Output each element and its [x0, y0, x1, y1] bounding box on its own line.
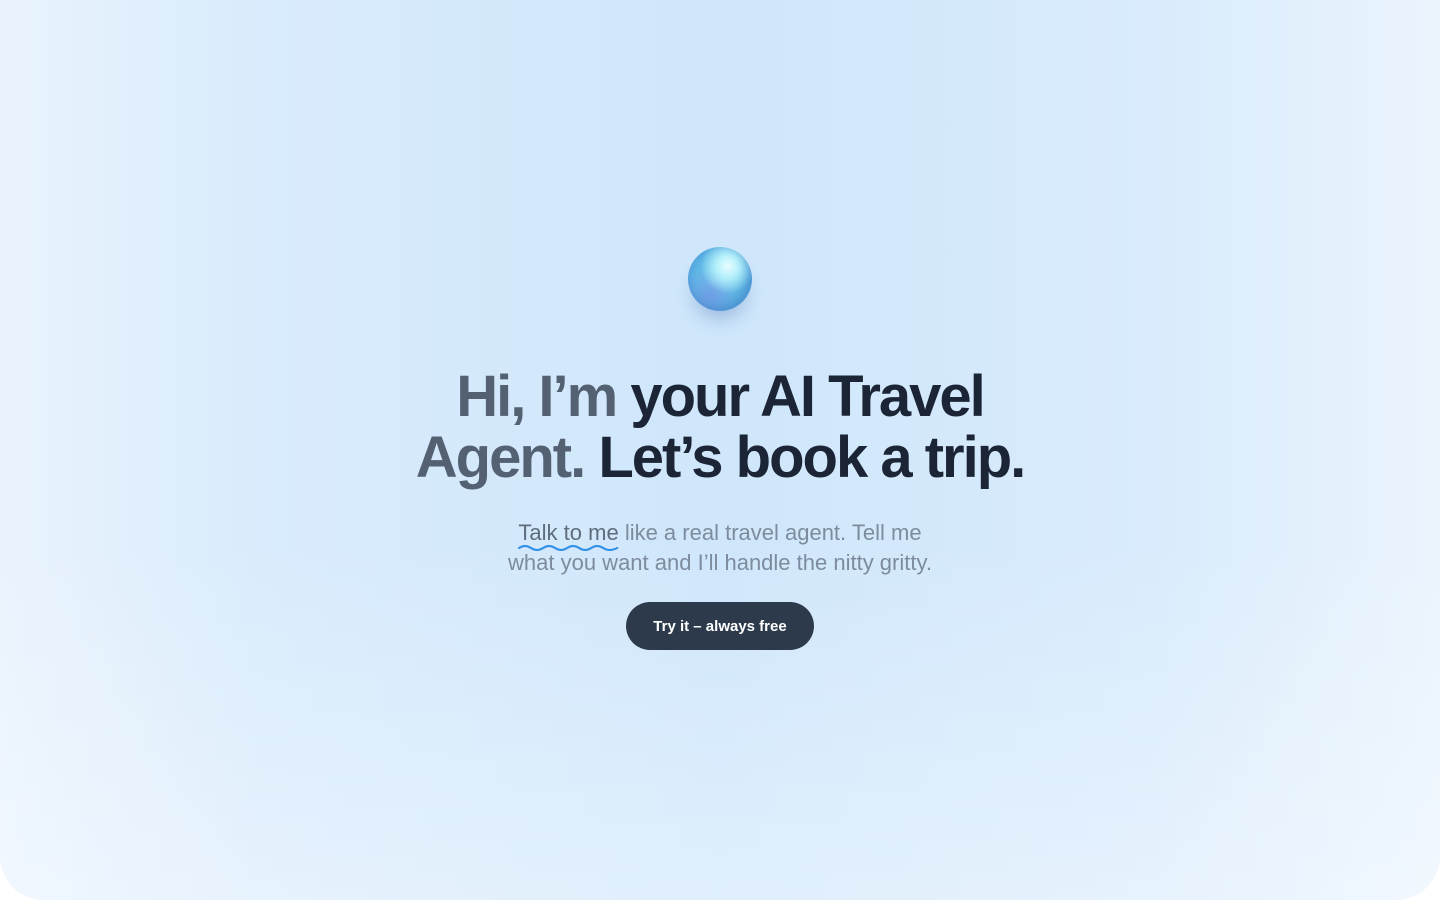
headline-muted-2: Agent. [415, 425, 586, 490]
talk-to-me-link[interactable]: Talk to me [518, 518, 619, 551]
hero-subtitle: Talk to me like a real travel agent. Tel… [508, 518, 932, 578]
headline-muted-1: Hi, I’m [456, 364, 618, 429]
talk-to-me-label: Talk to me [518, 520, 619, 545]
hero-section: Hi, I’m your AI Travel Agent. Let’s book… [0, 247, 1440, 650]
subtitle-text-1: like a real travel agent. Tell me [624, 520, 922, 545]
globe-orb-icon [688, 247, 752, 311]
subtitle-text-2: what you want and I’ll handle the nitty … [508, 550, 932, 575]
squiggle-underline-icon [518, 545, 619, 551]
headline-strong-2: Let’s book a trip. [598, 425, 1026, 490]
try-it-free-button[interactable]: Try it – always free [626, 602, 814, 650]
headline-strong-1: your AI Travel [630, 364, 985, 429]
landing-page: Hi, I’m your AI Travel Agent. Let’s book… [0, 0, 1440, 900]
hero-headline: Hi, I’m your AI Travel Agent. Let’s book… [415, 364, 1026, 490]
